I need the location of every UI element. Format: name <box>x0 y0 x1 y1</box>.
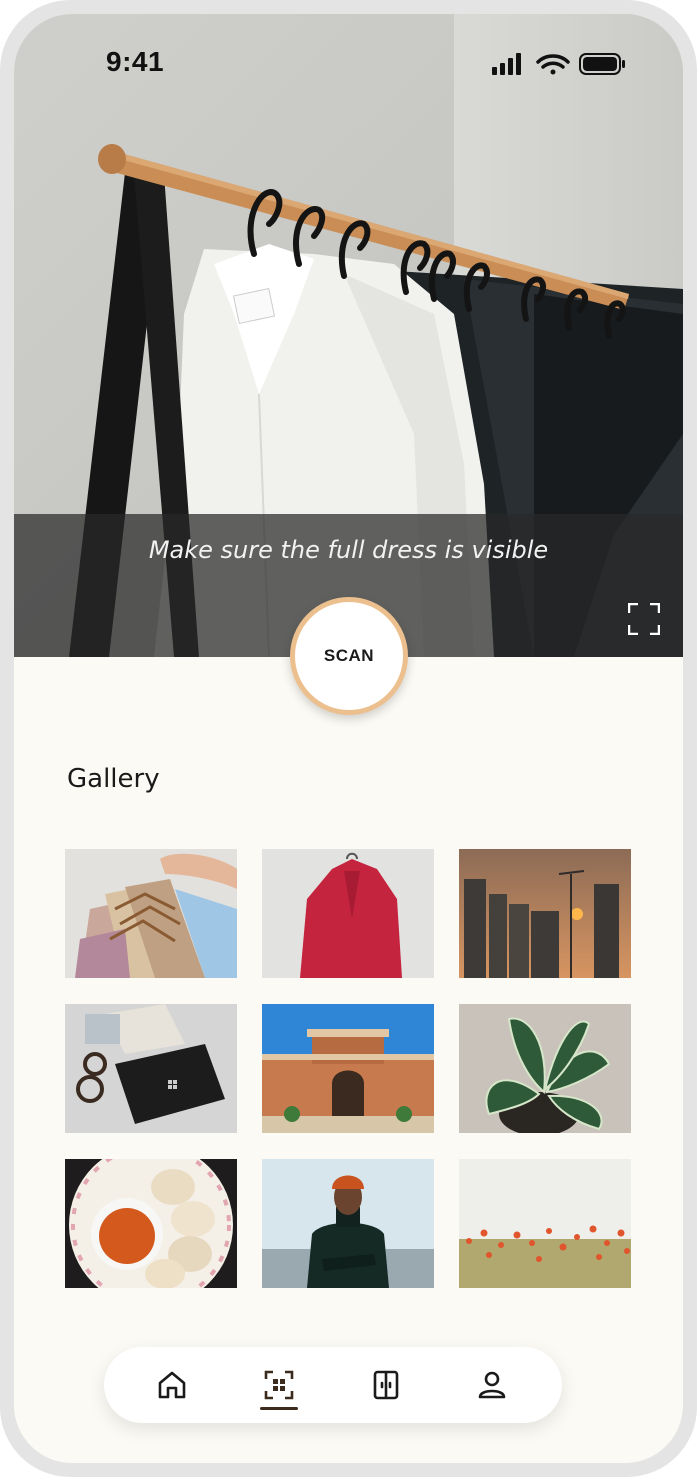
gallery-item-potted-plant[interactable] <box>459 1004 631 1133</box>
camera-hint: Make sure the full dress is visible <box>148 536 549 564</box>
gallery-item-idli-plate[interactable] <box>65 1159 237 1288</box>
status-icons <box>492 53 625 75</box>
gallery-item-man-turtleneck[interactable] <box>262 1159 434 1288</box>
scan-icon <box>264 1370 294 1400</box>
device-frame: 9:41 Make sure the full dress is visible… <box>0 0 697 1477</box>
gallery-item-laptop-map[interactable] <box>65 1004 237 1133</box>
status-time: 9:41 <box>106 46 165 77</box>
status-bar: 9:41 <box>14 14 683 114</box>
nav-wardrobe[interactable] <box>366 1365 406 1405</box>
nav-profile[interactable] <box>472 1365 512 1405</box>
wifi-icon <box>536 54 570 75</box>
gallery-item-clothes-on-hangers[interactable] <box>65 849 237 978</box>
home-icon <box>158 1371 186 1399</box>
bottom-nav <box>104 1347 562 1423</box>
camera-viewfinder: 9:41 Make sure the full dress is visible <box>14 14 683 657</box>
gallery-title: Gallery <box>67 764 160 794</box>
profile-icon <box>478 1371 506 1399</box>
gallery-item-poppy-field[interactable] <box>459 1159 631 1288</box>
gallery-item-city-sunset[interactable] <box>459 849 631 978</box>
scan-button[interactable]: SCAN <box>290 597 408 715</box>
battery-icon <box>579 53 625 75</box>
app-screen: 9:41 Make sure the full dress is visible… <box>14 14 683 1463</box>
expand-frame-icon[interactable] <box>628 603 660 635</box>
nav-home[interactable] <box>152 1365 192 1405</box>
gallery-item-red-blazer[interactable] <box>262 849 434 978</box>
signal-icon <box>492 53 521 75</box>
nav-scan[interactable] <box>259 1365 299 1405</box>
wardrobe-icon <box>373 1370 399 1400</box>
gallery-item-palace[interactable] <box>262 1004 434 1133</box>
nav-active-indicator <box>260 1407 298 1410</box>
